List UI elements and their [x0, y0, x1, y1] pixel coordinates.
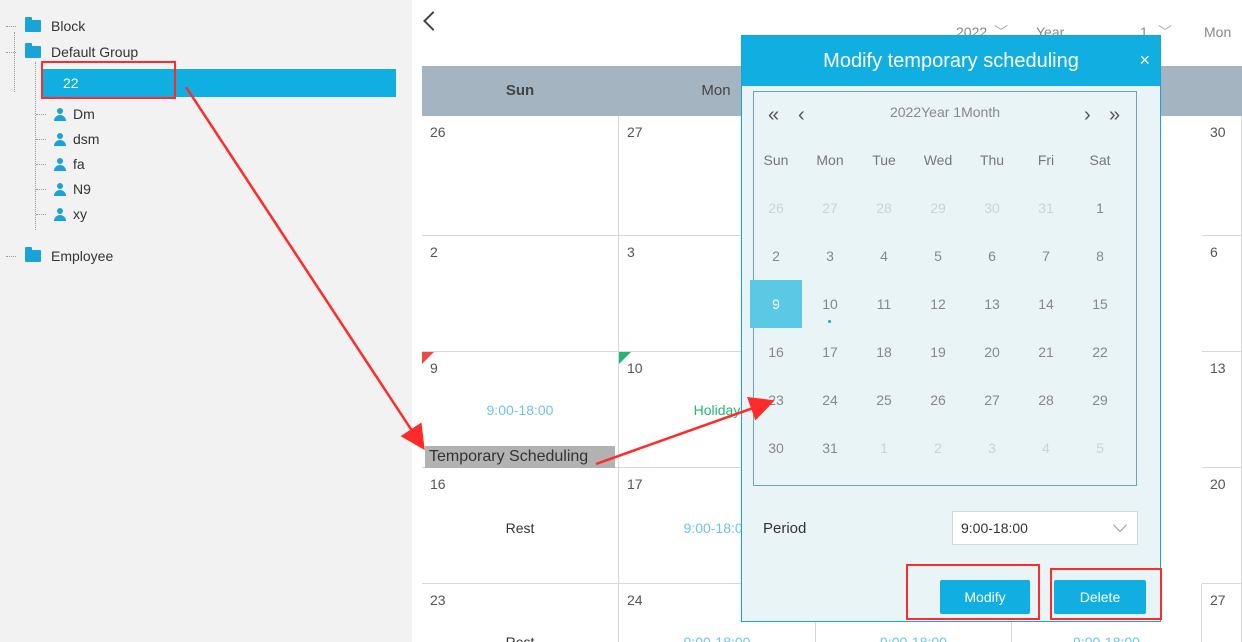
- arrow-tree-to-label: [184, 86, 425, 451]
- annotation-arrows: [184, 86, 775, 466]
- arrow-label-to-dialog: [595, 396, 775, 466]
